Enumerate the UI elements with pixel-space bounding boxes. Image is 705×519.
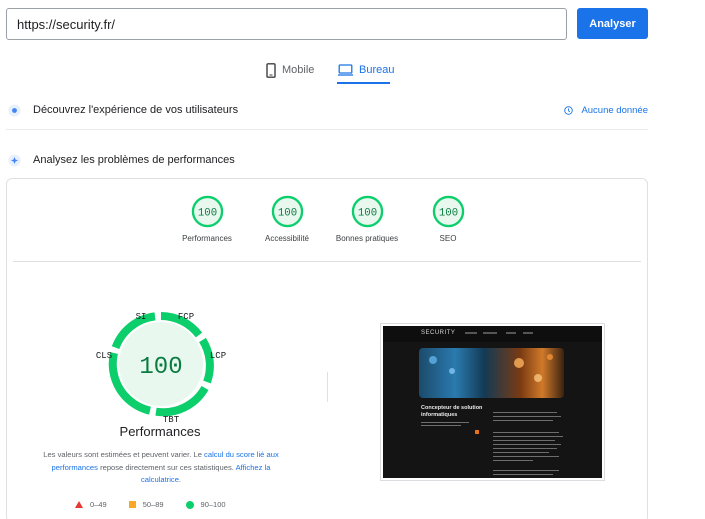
circle-icon: [185, 500, 194, 509]
gauge-performances[interactable]: 100 Performances: [167, 195, 247, 243]
metric-cls-label: CLS: [96, 351, 112, 361]
section-divider: [6, 129, 648, 130]
gauge-score: 100: [277, 207, 296, 219]
desc-text: .: [178, 475, 182, 484]
metric-fcp-label: FCP: [178, 312, 194, 322]
desc-text: repose directement sur ces statistiques.: [97, 462, 236, 472]
phone-icon: [266, 62, 276, 78]
gauge-accessibility[interactable]: 100 Accessibilité: [247, 195, 327, 243]
gauge-best-practices[interactable]: 100 Bonnes pratiques: [327, 195, 407, 243]
info-circle-icon: [564, 105, 574, 115]
field-data-section: Découvrez l'expérience de vos utilisateu…: [0, 99, 705, 121]
device-tabs: Mobile Bureau: [0, 56, 705, 86]
metric-lcp-label: LCP: [210, 351, 226, 361]
tab-desktop-label: Bureau: [359, 64, 395, 76]
lab-data-title: Analysez les problèmes de performances: [33, 154, 235, 166]
no-data-link[interactable]: Aucune donnée: [564, 105, 648, 116]
site-hero-image: [419, 348, 564, 398]
score-ring: 100: [191, 195, 223, 228]
users-experience-icon: [8, 103, 21, 117]
legend-pass: 90–100: [185, 500, 226, 509]
legend-range: 90–100: [200, 500, 226, 509]
site-logo: SECURITY: [421, 330, 456, 336]
performance-score: 100: [139, 354, 182, 381]
field-data-title: Découvrez l'expérience de vos utilisateu…: [33, 104, 239, 116]
gauge-seo[interactable]: 100 SEO: [408, 195, 488, 243]
performance-description: Les valeurs sont estimées et peuvent var…: [36, 449, 286, 487]
tab-mobile-label: Mobile: [282, 64, 315, 76]
metric-si-label: SI: [136, 312, 147, 322]
site-navbar: SECURITY: [383, 326, 602, 342]
final-screenshot: SECURITY Concepteur de solution informat…: [383, 326, 602, 478]
performance-issues-icon: [8, 153, 21, 167]
square-icon: [128, 501, 136, 508]
gauge-score: 100: [357, 207, 376, 219]
card-divider: [13, 261, 641, 262]
gauge-score: 100: [438, 207, 457, 219]
gauge-label: Bonnes pratiques: [335, 234, 399, 243]
vertical-separator: [327, 372, 328, 402]
legend-average: 50–89: [128, 500, 164, 509]
performance-gauge: 100 SI FCP LCP TBT CLS: [96, 312, 226, 425]
score-ring: 100: [432, 195, 464, 228]
url-input[interactable]: [6, 8, 567, 40]
gauge-score: 100: [197, 207, 216, 219]
legend-fail: 0–49: [75, 500, 107, 509]
no-data-label: Aucune donnée: [581, 104, 648, 116]
desc-text: Les valeurs sont estimées et peuvent var…: [43, 450, 205, 459]
site-accent-square: [475, 430, 479, 434]
tab-mobile[interactable]: Mobile: [266, 56, 314, 84]
score-legend: 0–49 50–89 90–100: [75, 500, 248, 509]
legend-range: 0–49: [90, 500, 107, 509]
score-ring: 100: [351, 195, 383, 228]
lab-data-section: Analysez les problèmes de performances: [0, 149, 705, 171]
monitor-icon: [338, 64, 353, 76]
score-ring: 100: [271, 195, 303, 228]
triangle-icon: [75, 501, 83, 508]
tab-desktop[interactable]: Bureau: [338, 56, 394, 84]
gauge-label: Performances: [182, 234, 232, 243]
gauge-label: SEO: [439, 234, 457, 243]
legend-range: 50–89: [142, 500, 164, 509]
analyze-button[interactable]: Analyser: [577, 8, 648, 39]
performance-title: Performances: [119, 424, 201, 439]
site-heading: Concepteur de solution informatiques: [421, 405, 483, 418]
active-tab-indicator: [337, 82, 390, 84]
gauge-label: Accessibilité: [264, 234, 309, 243]
